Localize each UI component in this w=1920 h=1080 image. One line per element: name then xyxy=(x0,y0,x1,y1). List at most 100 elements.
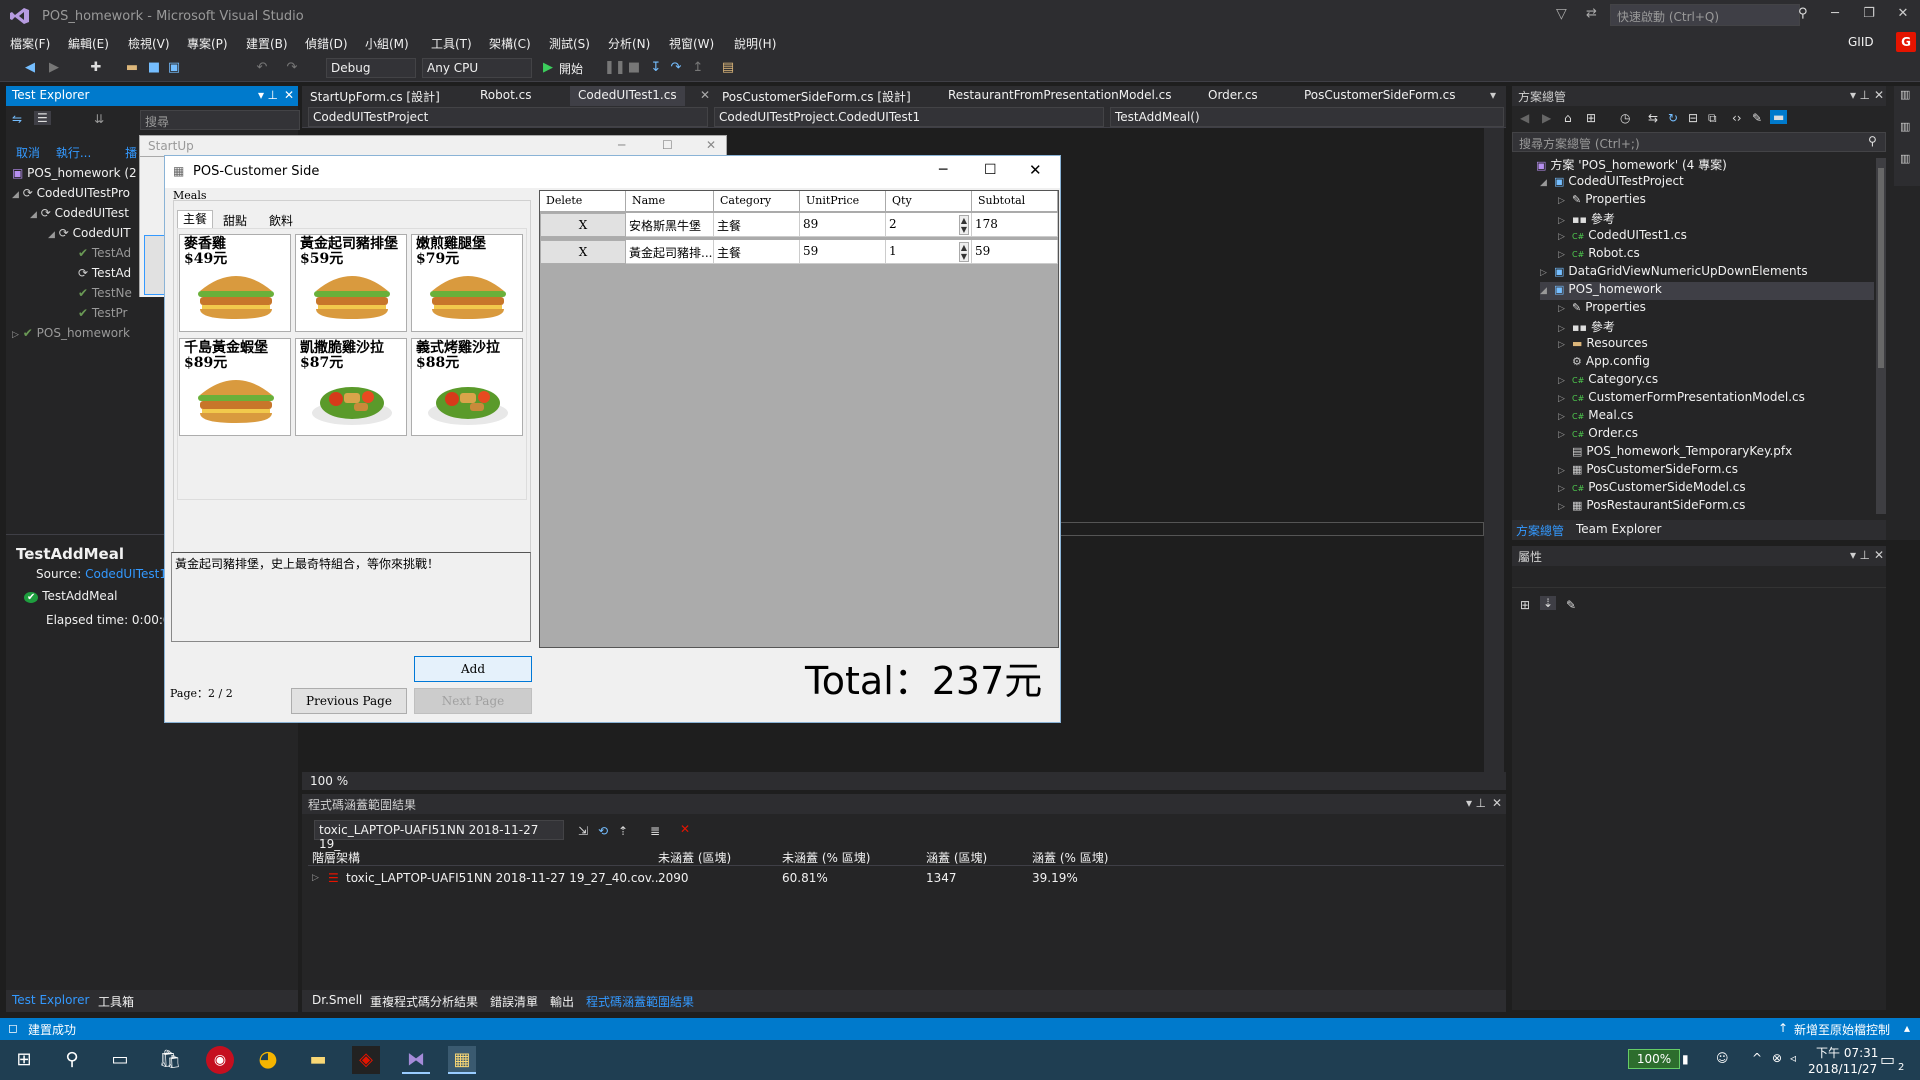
property-pages-icon[interactable]: ✎ xyxy=(1566,598,1576,612)
collapse-all-icon[interactable]: ⊟ xyxy=(1688,111,1698,125)
solution-tree-item[interactable]: ▷ C# Meal.cs xyxy=(1558,408,1633,426)
tab-restaurantfrompresentationmodel[interactable]: RestaurantFromPresentationModel.cs xyxy=(940,86,1179,106)
solution-tree-item[interactable]: ▤ POS_homework_TemporaryKey.pfx xyxy=(1558,444,1792,462)
collapsed-arrow-icon[interactable]: ▷ xyxy=(1558,304,1572,314)
menu-debug[interactable]: 偵錯(D) xyxy=(305,35,348,52)
quick-launch-input[interactable]: 快速啟動 (Ctrl+Q) xyxy=(1610,4,1800,26)
tab-error-list[interactable]: 錯誤清單 xyxy=(490,993,538,1010)
add-button[interactable]: Add xyxy=(414,656,532,682)
test-tree-item[interactable]: ▷ ✔ POS_homework xyxy=(12,326,130,344)
collapsed-arrow-icon[interactable]: ▷ xyxy=(1558,394,1572,404)
pos-maximize-button[interactable]: ☐ xyxy=(984,162,997,178)
collapsed-arrow-icon[interactable]: ▷ xyxy=(12,330,19,340)
view-code-icon[interactable]: ‹› xyxy=(1732,111,1742,125)
startup-close-button[interactable]: ✕ xyxy=(706,138,716,152)
battery-indicator[interactable]: 100% xyxy=(1628,1049,1680,1069)
pin-icon[interactable]: ⊥ xyxy=(1476,796,1486,810)
cell-name[interactable]: 安格斯黑牛堡 xyxy=(626,213,714,237)
startup-minimize-button[interactable]: ─ xyxy=(618,138,625,152)
solution-tree-item[interactable]: ◢ ▣ POS_homework xyxy=(1540,282,1874,300)
tab-close-icon[interactable]: ✕ xyxy=(700,88,710,102)
coverage-result-select[interactable]: toxic_LAPTOP-UAFI51NN 2018-11-27 19_ xyxy=(314,820,564,851)
collapsed-arrow-icon[interactable]: ▷ xyxy=(1558,216,1572,226)
new-project-icon[interactable]: ✚ xyxy=(88,60,104,76)
close-button[interactable]: ✕ xyxy=(1894,6,1912,24)
dropdown-icon[interactable]: ▾ xyxy=(1850,88,1856,102)
column-covered-blocks[interactable]: 涵蓋 (區塊) xyxy=(926,849,987,866)
column-header-name[interactable]: Name xyxy=(626,191,714,212)
solution-tree-item[interactable]: ▷ ▣ DataGridViewNumericUpDownElements xyxy=(1540,264,1808,282)
cell-category[interactable]: 主餐 xyxy=(714,213,800,237)
configuration-select[interactable]: Debug xyxy=(326,58,416,78)
save-all-icon[interactable]: ▣ xyxy=(166,60,182,76)
solution-search-input[interactable]: 搜尋方案總管 (Ctrl+;) xyxy=(1512,132,1886,152)
menu-help[interactable]: 說明(H) xyxy=(734,35,776,52)
menu-tools[interactable]: 工具(T) xyxy=(431,35,472,52)
collapsed-arrow-icon[interactable]: ▷ xyxy=(1540,268,1554,278)
sync-icon[interactable]: ⇆ xyxy=(1648,111,1658,125)
preview-icon[interactable]: ▬ xyxy=(1770,110,1788,124)
coverage-row[interactable]: ▷ ☰ toxic_LAPTOP-UAFI51NN 2018-11-27 19_… xyxy=(308,868,1504,888)
menu-analyze[interactable]: 分析(N) xyxy=(608,35,650,52)
test-tree-item[interactable]: ✔ TestNe xyxy=(78,286,132,304)
visual-studio-taskbar-icon[interactable]: ⧓ xyxy=(402,1046,430,1074)
tab-output[interactable]: 輸出 xyxy=(550,993,574,1010)
menu-project[interactable]: 專案(P) xyxy=(187,35,228,52)
coloring-icon[interactable]: ≣ xyxy=(650,824,660,838)
redo-icon[interactable]: ↷ xyxy=(284,60,300,76)
notifications-icon[interactable]: ▥ xyxy=(1900,88,1910,101)
battery-icon[interactable]: ▮ xyxy=(1682,1052,1689,1066)
cancel-link[interactable]: 取消 xyxy=(16,146,40,160)
tab-main-meal[interactable]: 主餐 xyxy=(177,210,213,228)
tab-code-coverage[interactable]: 程式碼涵蓋範圍結果 xyxy=(586,993,694,1010)
merge-results-icon[interactable]: ⟲ xyxy=(598,824,608,838)
source-link[interactable]: CodedUITest1 xyxy=(85,567,167,581)
collapsed-arrow-icon[interactable]: ▷ xyxy=(1558,232,1572,242)
home-icon[interactable]: ⌂ xyxy=(1564,111,1572,125)
collapsed-arrow-icon[interactable]: ▷ xyxy=(1558,376,1572,386)
step-into-icon[interactable]: ↧ xyxy=(648,60,664,76)
people-icon[interactable]: ☺ xyxy=(1716,1051,1729,1065)
export-results-icon[interactable]: ⇡ xyxy=(618,824,628,838)
test-tree-item[interactable]: ◢ ⟳ CodedUITest xyxy=(30,206,129,224)
categorized-icon[interactable]: ⊞ xyxy=(1520,598,1530,612)
search-icon[interactable]: ⚲ xyxy=(1798,6,1808,21)
pin-icon[interactable]: ⊥ xyxy=(268,88,278,102)
collapse-status-icon[interactable]: ▴ xyxy=(1904,1021,1910,1035)
collapsed-arrow-icon[interactable]: ▷ xyxy=(1558,324,1572,334)
column-header-qty[interactable]: Qty xyxy=(886,191,972,212)
expanded-arrow-icon[interactable]: ◢ xyxy=(1540,178,1554,188)
forward-icon[interactable]: ▶ xyxy=(46,60,62,76)
menu-file[interactable]: 檔案(F) xyxy=(10,35,50,52)
alphabetical-icon[interactable]: ⇣ xyxy=(1540,596,1557,610)
tab-poscustomersideform[interactable]: PosCustomerSideForm.cs xyxy=(1296,86,1464,106)
previous-page-button[interactable]: Previous Page xyxy=(291,688,407,714)
next-page-button[interactable]: Next Page xyxy=(414,688,532,714)
solution-tree-item[interactable]: ▷ C# CustomerFormPresentationModel.cs xyxy=(1558,390,1805,408)
cell-price[interactable]: 59 xyxy=(800,240,886,264)
start-button-label[interactable]: 開始 xyxy=(559,60,583,77)
account-avatar[interactable]: G xyxy=(1896,32,1916,52)
column-header-subtotal[interactable]: Subtotal xyxy=(972,191,1058,212)
cell-subtotal[interactable]: 178 xyxy=(972,213,1058,237)
delete-row-button[interactable]: X xyxy=(540,240,626,264)
task-view-icon[interactable]: ▭ xyxy=(106,1046,134,1074)
menu-team[interactable]: 小組(M) xyxy=(365,35,409,52)
collapsed-arrow-icon[interactable]: ▷ xyxy=(1558,430,1572,440)
solution-tree-item[interactable]: ▷ C# Category.cs xyxy=(1558,372,1658,390)
network-icon[interactable]: ⊗ xyxy=(1772,1051,1782,1065)
forward-icon[interactable]: ▶ xyxy=(1542,111,1551,125)
delete-row-button[interactable]: X xyxy=(540,213,626,237)
refresh-icon[interactable]: ↻ xyxy=(1668,111,1678,125)
bookmark-icon[interactable]: ▤ xyxy=(720,60,736,76)
solution-tree-item[interactable]: ▷ ▪▪ 參考 xyxy=(1558,318,1615,336)
feedback-icon[interactable]: ⇄ xyxy=(1586,6,1597,21)
collapsed-arrow-icon[interactable]: ▷ xyxy=(1558,196,1572,206)
nav-member-select[interactable]: TestAddMeal() xyxy=(1110,107,1504,127)
cell-subtotal[interactable]: 59 xyxy=(972,240,1058,264)
cell-qty[interactable]: 2 ▲ ▼ xyxy=(886,213,972,237)
pos-customer-titlebar[interactable]: ▦ POS-Customer Side ─ ☐ ✕ xyxy=(165,156,1060,188)
meal-button[interactable]: 義式烤雞沙拉 $88元 xyxy=(411,338,523,436)
close-panel-icon[interactable]: ✕ xyxy=(1492,796,1502,810)
collapse-icon[interactable]: ⇊ xyxy=(94,112,104,126)
